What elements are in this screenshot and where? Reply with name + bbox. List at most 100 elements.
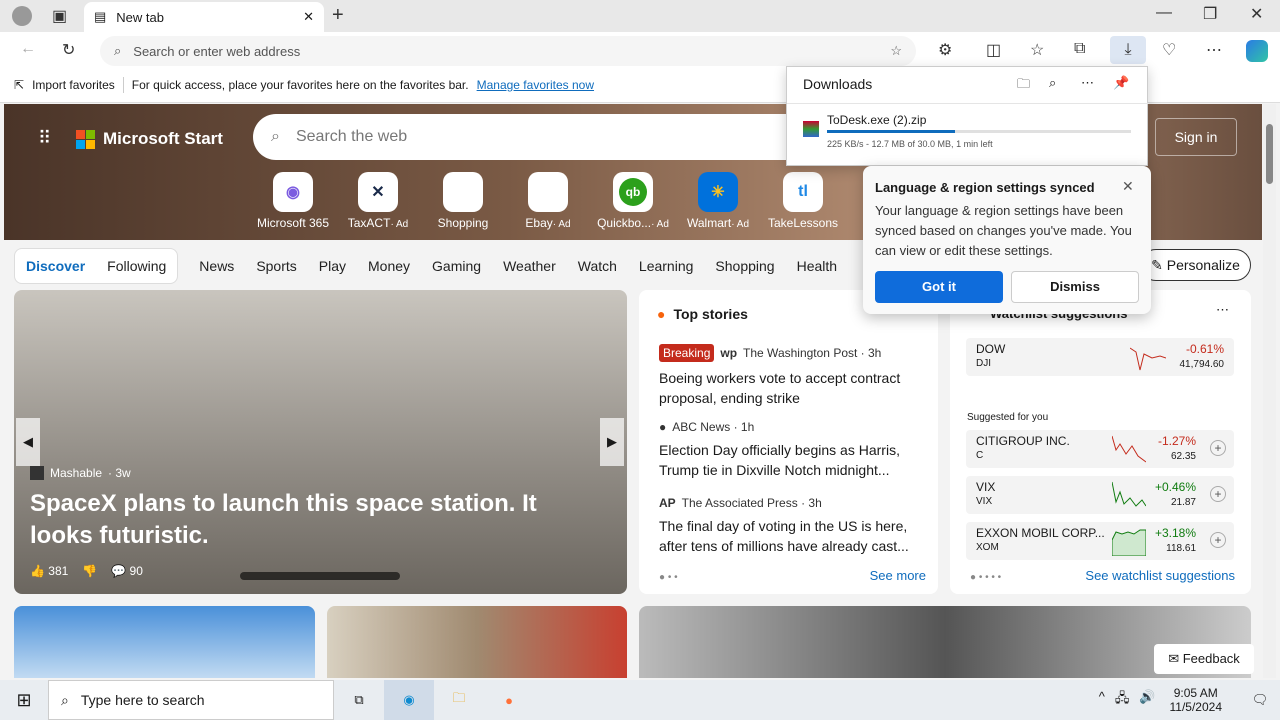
quick-link-taxact[interactable]: ✕ TaxACT· Ad (338, 172, 418, 230)
apps-grid-icon[interactable]: ⠿ (38, 128, 51, 149)
copilot-icon[interactable] (1246, 40, 1268, 62)
start-button[interactable]: ⊞ (0, 690, 48, 711)
restore-button[interactable]: ❐ (1203, 4, 1217, 24)
story-item[interactable]: Breaking wp The Washington Post · 3h Boein… (659, 344, 929, 408)
archive-file-icon (803, 121, 819, 137)
quick-link-shopping[interactable]: 🏷 Shopping (423, 172, 503, 230)
pager-dots[interactable]: ● • • • • (970, 572, 1001, 583)
new-tab-button[interactable]: + (332, 4, 344, 27)
taskbar: ⊞ ⌕ Type here to search ⧉ ◉ 🗀 ● ^ 🖧 🔊 9:05 … (0, 680, 1280, 720)
nav-money[interactable]: Money (357, 258, 421, 274)
like-button[interactable]: 👍 381 (30, 564, 68, 578)
got-it-button[interactable]: Got it (875, 271, 1003, 303)
taskbar-search[interactable]: ⌕ Type here to search (48, 680, 334, 720)
stock-row[interactable]: VIX VIX +0.46% 21.87 + (966, 476, 1234, 514)
dislike-icon[interactable]: 👎 (82, 564, 97, 578)
stock-row-dow[interactable]: DOW DJI -0.61% 41,794.60 (966, 338, 1234, 376)
add-to-watchlist-button[interactable]: + (1210, 532, 1226, 548)
carousel-dots[interactable] (240, 572, 400, 580)
more-options-icon[interactable]: ⋯ (1081, 75, 1094, 91)
nav-health[interactable]: Health (786, 258, 848, 274)
collections-icon[interactable]: ⧉ (1074, 40, 1085, 58)
close-icon[interactable]: ✕ (1122, 178, 1134, 195)
tab-actions-icon[interactable]: ▣ (52, 6, 67, 26)
pin-icon[interactable]: 📌 (1113, 75, 1129, 91)
tab-new-tab[interactable]: ▤ New tab ✕ (84, 2, 324, 32)
profile-avatar[interactable] (12, 6, 32, 26)
sync-notification: Language & region settings synced ✕ Your… (863, 166, 1151, 314)
task-view-icon[interactable]: ⧉ (334, 692, 384, 708)
news-card-image[interactable] (14, 606, 315, 678)
extensions-icon[interactable]: ⚙ (938, 40, 952, 60)
carousel-next-button[interactable]: ▶ (600, 418, 624, 466)
edge-taskbar-icon[interactable]: ◉ (384, 680, 434, 720)
web-search-input[interactable]: Search the web (296, 128, 407, 146)
open-folder-icon[interactable]: 🗀 (1017, 75, 1030, 97)
address-input[interactable]: Search or enter web address (133, 44, 878, 59)
tab-discover[interactable]: Discover (15, 258, 96, 274)
file-explorer-icon[interactable]: 🗀 (434, 689, 484, 711)
nav-play[interactable]: Play (308, 258, 357, 274)
close-window-button[interactable]: ✕ (1250, 4, 1263, 24)
nav-shopping[interactable]: Shopping (704, 258, 785, 274)
nav-news[interactable]: News (188, 258, 245, 274)
web-search-box[interactable]: ⌕ Search the web (253, 114, 813, 160)
see-more-link[interactable]: See more (870, 568, 926, 583)
quick-link-takelessons[interactable]: tl TakeLessons (763, 172, 843, 230)
import-favorites-button[interactable]: Import favorites (32, 78, 115, 92)
quick-link-quickbooks[interactable]: qb Quickbo...· Ad (593, 172, 673, 230)
comments-button[interactable]: 💬 90 (111, 564, 143, 578)
sparkline (1112, 529, 1146, 556)
notifications-icon[interactable]: 🗨 (1240, 692, 1280, 708)
split-screen-icon[interactable]: ◫ (986, 40, 1001, 60)
story-item[interactable]: AP The Associated Press · 3h The final da… (659, 496, 929, 556)
nav-gaming[interactable]: Gaming (421, 258, 492, 274)
stock-row[interactable]: EXXON MOBIL CORP... XOM +3.18% 118.61 + (966, 522, 1234, 560)
favorites-icon[interactable]: ☆ (1030, 40, 1044, 60)
feedback-button[interactable]: ✉ Feedback (1154, 644, 1254, 674)
add-to-watchlist-button[interactable]: + (1210, 440, 1226, 456)
scrollbar[interactable] (1263, 104, 1276, 678)
news-card-image[interactable] (327, 606, 627, 678)
quick-link-ebay[interactable]: 🛍 Ebay· Ad (508, 172, 588, 230)
add-to-watchlist-button[interactable]: + (1210, 486, 1226, 502)
system-tray[interactable]: ^ 🖧 🔊 (1099, 689, 1156, 711)
search-downloads-icon[interactable]: ⌕ (1049, 75, 1056, 91)
more-menu-icon[interactable]: ⋯ (1206, 40, 1222, 60)
story-item[interactable]: ● ABC News · 1h Election Day officially b… (659, 420, 929, 480)
carousel-prev-button[interactable]: ◀ (16, 418, 40, 466)
nav-sports[interactable]: Sports (245, 258, 307, 274)
clock[interactable]: 9:05 AM 11/5/2024 (1170, 686, 1223, 714)
refresh-button[interactable]: ↻ (62, 40, 75, 60)
hero-card[interactable]: ◀ ▶ Mashable · 3w SpaceX plans to launch … (14, 290, 627, 594)
close-tab-icon[interactable]: ✕ (303, 9, 314, 25)
sign-in-button[interactable]: Sign in (1155, 118, 1237, 156)
pager-dots[interactable]: ● • • (659, 572, 678, 583)
see-watchlist-link[interactable]: See watchlist suggestions (1085, 568, 1235, 583)
stock-row[interactable]: CITIGROUP INC. C -1.27% 62.35 + (966, 430, 1234, 468)
favorite-star-icon[interactable]: ☆ (890, 43, 902, 59)
dismiss-button[interactable]: Dismiss (1011, 271, 1139, 303)
more-options-icon[interactable]: ⋯ (1216, 302, 1229, 318)
quick-link-microsoft-365[interactable]: ◉ Microsoft 365 (253, 172, 333, 230)
quick-link-walmart[interactable]: ✳ Walmart· Ad (678, 172, 758, 230)
hero-source: Mashable · 3w (30, 466, 131, 480)
nav-learning[interactable]: Learning (628, 258, 705, 274)
manage-favorites-link[interactable]: Manage favorites now (477, 78, 594, 92)
microsoft-start-logo[interactable]: Microsoft Start (76, 129, 223, 149)
personalize-button[interactable]: ✎ Personalize (1140, 249, 1251, 281)
tab-following[interactable]: Following (96, 258, 177, 274)
sparkline (1112, 435, 1146, 463)
hero-title[interactable]: SpaceX plans to launch this space statio… (30, 488, 600, 552)
back-button[interactable]: ← (20, 40, 36, 58)
nav-watch[interactable]: Watch (567, 258, 628, 274)
top-stories-card: ● Top stories Breaking wp The Washington Po… (639, 290, 938, 594)
nav-weather[interactable]: Weather (492, 258, 567, 274)
downloads-button[interactable]: ⤓ (1110, 36, 1146, 64)
address-bar[interactable]: ⌕ Search or enter web address ☆ (100, 36, 916, 66)
download-filename[interactable]: ToDesk.exe (2).zip (827, 113, 926, 127)
minimize-button[interactable]: — (1156, 4, 1172, 22)
import-icon: ⇱ (14, 78, 25, 92)
browser-essentials-icon[interactable]: ♡ (1162, 40, 1176, 60)
firefox-icon[interactable]: ● (484, 693, 534, 708)
